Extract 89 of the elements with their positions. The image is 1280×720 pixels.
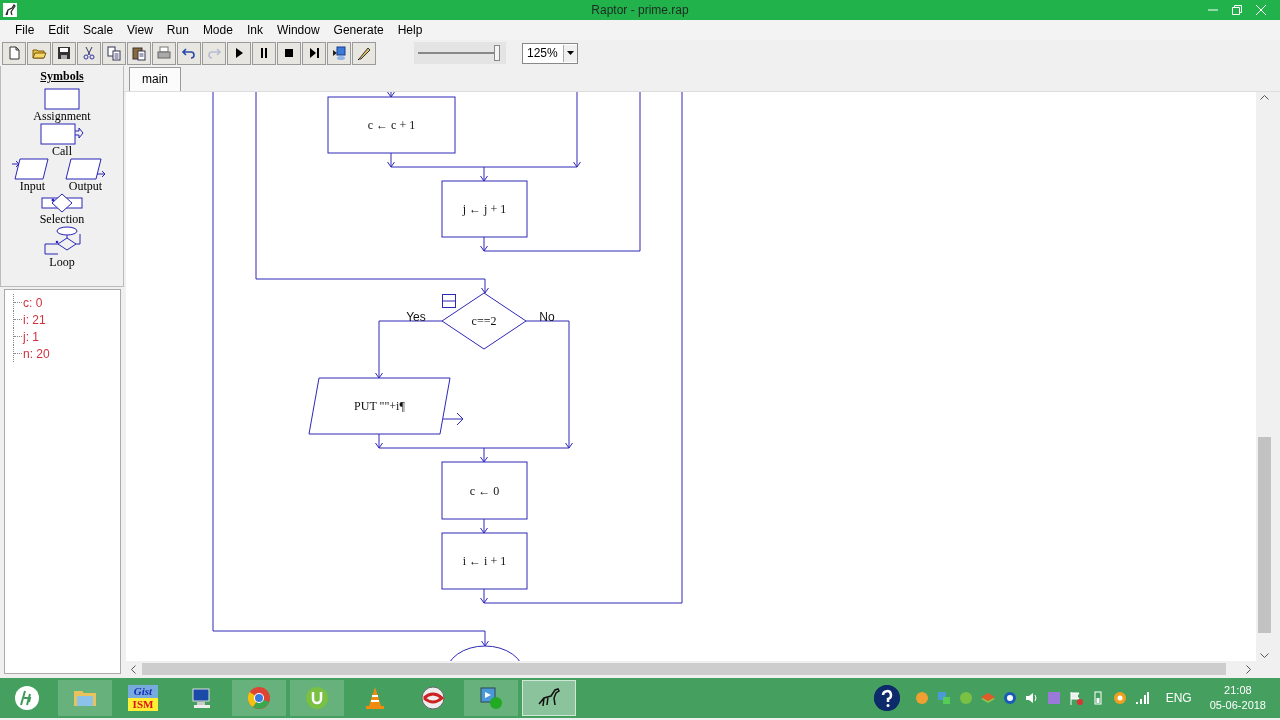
variable-value: c: 0 (23, 295, 43, 310)
speaker-icon[interactable] (1023, 690, 1040, 706)
scroll-left-icon[interactable] (130, 664, 136, 674)
assignment-box[interactable] (441, 532, 528, 590)
copy-icon (105, 45, 122, 61)
symbol-label: Loop (49, 256, 75, 269)
symbol-label: Input (19, 180, 46, 193)
selection-diamond[interactable] (441, 292, 527, 350)
collapse-icon[interactable] (442, 294, 456, 308)
menu-item[interactable]: View (120, 23, 160, 37)
variable-value: j: 1 (23, 329, 39, 344)
app-logo: Gist ISM (128, 685, 158, 711)
no-label: No (539, 310, 555, 324)
assignment-box[interactable] (441, 180, 528, 238)
undo-button[interactable] (176, 41, 201, 65)
layers-icon[interactable] (979, 690, 996, 706)
open-button[interactable] (26, 41, 51, 65)
save-button[interactable] (51, 41, 76, 65)
redo-icon (205, 45, 222, 61)
pause-button[interactable] (251, 41, 276, 65)
close-icon[interactable] (1256, 5, 1266, 15)
menu-item[interactable]: Scale (76, 23, 121, 37)
symbol-label: Selection (39, 213, 85, 226)
run-button[interactable] (226, 41, 251, 65)
node-label: c ← c + 1 (367, 118, 416, 132)
menu-item[interactable]: Run (159, 23, 196, 37)
test-button[interactable] (326, 41, 351, 65)
yes-label: Yes (406, 310, 426, 324)
pen-button[interactable] (351, 41, 376, 65)
node-label: i ← i + 1 (462, 554, 507, 568)
menu-item[interactable]: File (8, 23, 42, 37)
search-icon[interactable] (1001, 690, 1018, 706)
node-label: j ← j + 1 (462, 202, 507, 216)
clipboard-icon (130, 45, 147, 61)
flag-icon[interactable] (1067, 690, 1084, 706)
panel-title: Symbols (40, 69, 84, 84)
scroll-up-icon[interactable] (1260, 94, 1269, 100)
variable-value: i: 21 (23, 312, 46, 327)
menu-item[interactable]: Help (390, 23, 430, 37)
menu-item[interactable]: Window (269, 23, 327, 37)
browser-icon (245, 684, 273, 712)
symbol-label: Call (52, 145, 72, 158)
assignment-box[interactable] (441, 461, 528, 520)
printer-icon (155, 45, 172, 61)
step-button[interactable] (301, 41, 326, 65)
scroll-right-icon[interactable] (1246, 664, 1252, 674)
slider-thumb[interactable] (494, 45, 500, 61)
assignment-box[interactable] (327, 96, 456, 154)
output-symbol-icon[interactable] (65, 158, 106, 180)
menu-item[interactable]: Mode (195, 23, 240, 37)
dinosaur-icon (3, 3, 17, 17)
dropdown-arrow-icon (567, 51, 574, 55)
node-label: PUT ""+i¶ (354, 399, 405, 413)
new-button[interactable] (1, 41, 26, 65)
call-symbol-icon[interactable] (40, 123, 84, 145)
monitor-icon (330, 45, 347, 61)
scroll-down-icon[interactable] (1260, 653, 1269, 659)
variable-value: n: 20 (23, 346, 50, 361)
help-icon[interactable] (873, 685, 900, 711)
scissors-icon (80, 45, 97, 61)
menu-item[interactable]: Generate (326, 23, 391, 37)
circle-app-icon[interactable] (1111, 690, 1128, 706)
stop-button[interactable] (276, 41, 301, 65)
signal-icon[interactable] (1133, 690, 1150, 706)
selection-symbol-icon[interactable] (41, 193, 83, 213)
menu-item[interactable]: Ink (239, 23, 270, 37)
restore-icon[interactable] (1232, 5, 1242, 15)
taskbar-app-button[interactable] (522, 680, 576, 716)
assignment-symbol-icon[interactable] (44, 88, 80, 110)
window-title: Raptor - prime.rap (591, 3, 689, 17)
paste-button[interactable] (126, 41, 151, 65)
scroll-thumb[interactable] (1258, 437, 1271, 633)
taskbar-app-button[interactable]: Gist ISM (116, 680, 170, 716)
scroll-thumb[interactable] (142, 663, 1226, 675)
node-label: c ← 0 (469, 483, 500, 498)
cut-button[interactable] (76, 41, 101, 65)
symbol-label: Assignment (33, 110, 91, 123)
menu-item[interactable]: Edit (41, 23, 77, 37)
loop-symbol-icon[interactable] (41, 226, 83, 256)
output-parallelogram[interactable] (308, 377, 464, 435)
symbol-label: Output (68, 180, 103, 193)
print-button[interactable] (151, 41, 176, 65)
web-icon (419, 684, 447, 712)
undo-icon (180, 45, 197, 61)
flow-app-icon (477, 684, 505, 712)
zoom-dropdown[interactable]: 125% (522, 42, 578, 64)
speed-slider[interactable] (414, 42, 506, 64)
node-label: c==2 (471, 314, 497, 328)
sheet-tab[interactable]: main (129, 67, 181, 91)
